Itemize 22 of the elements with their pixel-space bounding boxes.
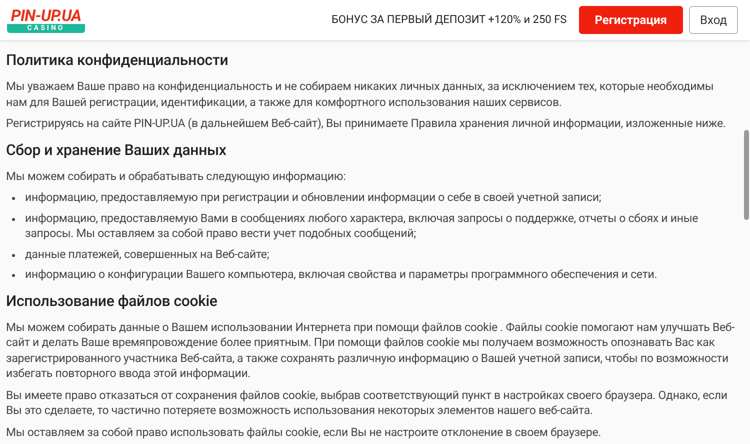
login-button[interactable]: Вход <box>689 6 738 34</box>
register-button[interactable]: Регистрация <box>578 6 684 34</box>
paragraph: Вы имеете право отказаться от сохранения файлов cookie, выбрав соответствующий пункт в настройках своего браузера. Однако, если Вы это сделаете, то частично потеряете возможность использования некоторых элементов нашего веб-сайта. <box>6 388 728 418</box>
section-heading: Сбор и хранение Ваших данных <box>6 140 228 160</box>
bullet-icon <box>12 274 15 277</box>
list-item: данные платежей, совершенных на Веб-сайте; <box>25 246 270 262</box>
list-item: информацию, предоставляемую Вами в сообщениях любого характера, включая запросы о поддержке, отчеты о сбоях и иные запросы. Мы оставляем за собой право вести учет подобных сообщений; <box>25 210 700 242</box>
logo-text: PIN-UP.UA <box>10 8 82 24</box>
paragraph: Мы уважаем Ваше право на конфиденциальность и не собираем никаких личных данных, за исключением тех, которые необходимы нам для Вашей регистрации, идентификации, а также для комфортного использования наших сервисов. <box>6 79 715 110</box>
paragraph: Мы можем собирать данные о Вашем использовании Интернета при помощи файлов cookie . Файлы cookie помогают нам улучшать Веб-сайт и делать Ваше времяпровождение более приятным. При помощи файлов cookie мы получаем возможность опознавать Вас как зарегистрированного участника Веб-сайта, а также сохранять различную информацию о Вашей учетной записи, чтобы по возможности избегать повторного ввода этой информации. <box>6 320 736 382</box>
paragraph: Регистрируясь на сайте PIN-UP.UA (в дальнейшем Веб-сайт), Вы принимаете Правила хранения личной информации, изложенные ниже. <box>6 116 727 132</box>
paragraph: Мы можем собирать и обрабатывать следующую информацию: <box>6 168 347 184</box>
list-item: информацию о конфигурации Вашего компьютера, включая свойства и параметры программного обеспечения и сети. <box>25 267 658 282</box>
bullet-icon <box>12 218 15 220</box>
promo-text: БОНУС ЗА ПЕРВЫЙ ДЕПОЗИТ +120% и 250 FS <box>331 12 567 28</box>
paragraph: Мы оставляем за собой право использовать файлы cookie, если Вы не настроите отклонение в своем браузере. <box>6 424 602 440</box>
list-item: информацию, предоставляемую при регистрации и обновлении информации о себе в своей учетной записи; <box>25 190 602 206</box>
scrollbar[interactable] <box>744 130 749 220</box>
bullet-icon <box>12 254 15 256</box>
section-heading: Использование файлов cookie <box>6 290 218 310</box>
section-heading: Политика конфиденциальности <box>6 50 230 70</box>
bullet-icon <box>12 197 15 200</box>
